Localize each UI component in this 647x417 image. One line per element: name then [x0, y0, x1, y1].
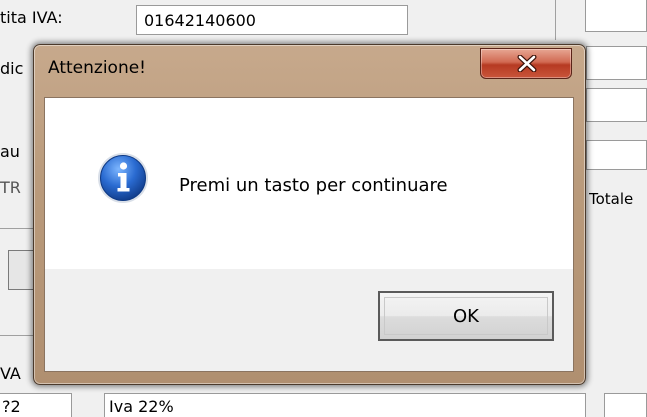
- partita-iva-value: 01642140600: [144, 11, 256, 30]
- background-divider: [0, 335, 33, 336]
- ok-button[interactable]: OK: [378, 291, 554, 341]
- tr-label: TR: [0, 178, 21, 197]
- partita-iva-label: tita IVA:: [0, 8, 63, 27]
- iva-value: Iva 22%: [109, 397, 174, 416]
- background-divider: [0, 228, 33, 229]
- background-button-left[interactable]: [8, 250, 34, 290]
- code-field[interactable]: ?2: [0, 393, 72, 417]
- iva-label: VA: [0, 364, 21, 383]
- background-divider: [555, 0, 556, 40]
- causale-label: au: [0, 142, 20, 161]
- dialog-message: Premi un tasto per continuare: [179, 175, 448, 196]
- partita-iva-field[interactable]: 01642140600: [136, 5, 408, 35]
- dialog-title: Attenzione!: [48, 58, 146, 78]
- background-field-right-1[interactable]: [586, 46, 647, 80]
- code-value: ?2: [2, 397, 21, 416]
- alert-dialog: Attenzione! Premi un tasto per continuar…: [33, 44, 586, 385]
- background-field-right-2[interactable]: [586, 88, 647, 122]
- ok-label: OK: [453, 305, 479, 327]
- dialog-body: Premi un tasto per continuare OK: [44, 97, 574, 372]
- message-area: Premi un tasto per continuare: [45, 98, 573, 269]
- background-field-bottom-right[interactable]: [604, 393, 647, 417]
- codice-label: dic: [0, 59, 24, 78]
- background-field-top-right[interactable]: [585, 0, 647, 32]
- background-field-right-3[interactable]: [586, 140, 647, 170]
- close-icon: [517, 55, 537, 72]
- totale-label: Totale: [589, 190, 634, 208]
- iva-field[interactable]: Iva 22%: [104, 393, 586, 417]
- close-button[interactable]: [480, 48, 572, 79]
- info-icon: [98, 153, 148, 203]
